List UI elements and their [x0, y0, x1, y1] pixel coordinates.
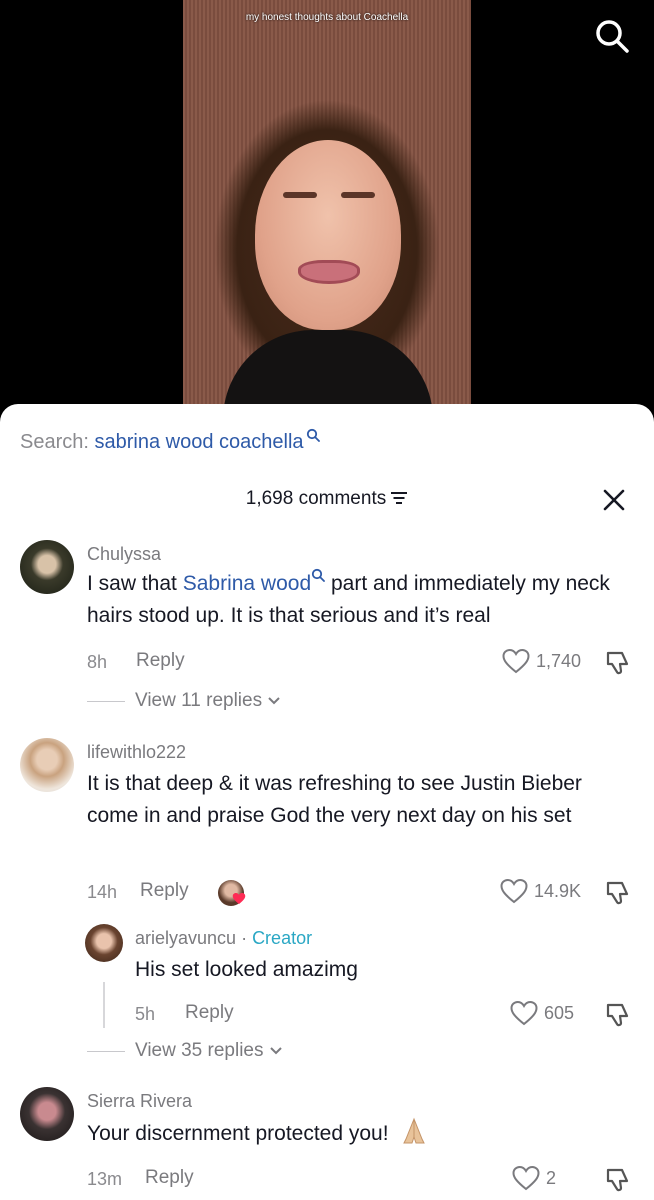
reply-username[interactable]: arielyavuncu: [135, 928, 236, 948]
view-replies-label: View 35 replies: [135, 1040, 264, 1061]
heart-icon: [512, 1165, 540, 1191]
reply-button[interactable]: Reply: [185, 1002, 234, 1024]
video-player[interactable]: my honest thoughts about Coachella: [0, 0, 654, 420]
heart-icon: [232, 893, 246, 904]
video-caption: my honest thoughts about Coachella: [245, 12, 409, 23]
comment-search-link[interactable]: Sabrina wood: [183, 572, 311, 595]
heart-icon: [502, 648, 530, 674]
comment-username[interactable]: Sierra Rivera: [87, 1091, 192, 1112]
like-button[interactable]: 605: [510, 1000, 574, 1026]
comment-time: 13m: [87, 1169, 123, 1189]
divider: [87, 1050, 125, 1052]
dislike-icon[interactable]: [605, 650, 631, 676]
avatar[interactable]: [20, 540, 74, 594]
comment-text-part: I saw that: [87, 572, 183, 595]
comment-username[interactable]: Chulyssa: [87, 544, 161, 565]
video-frame[interactable]: my honest thoughts about Coachella: [183, 0, 471, 404]
comment-text: I saw that Sabrina wood part and immedia…: [87, 568, 627, 632]
close-icon[interactable]: [600, 486, 628, 514]
comment-item: Sierra Rivera Your discernment protected…: [0, 1087, 654, 1200]
search-prefix: Search:: [20, 431, 89, 453]
comment-item: lifewithlo222 It is that deep & it was r…: [0, 738, 654, 1068]
reply-button[interactable]: Reply: [136, 650, 185, 672]
search-query[interactable]: sabrina wood coachella: [95, 431, 304, 453]
reply-text: His set looked amazimg: [135, 958, 358, 981]
comment-text-part: Your discernment protected you!: [87, 1122, 389, 1145]
avatar[interactable]: [20, 1087, 74, 1141]
separator: ·: [236, 928, 253, 948]
thread-line: [103, 982, 105, 1028]
avatar[interactable]: [85, 924, 123, 962]
dislike-icon[interactable]: [605, 880, 631, 906]
video-eye-left: [283, 192, 317, 198]
dislike-icon[interactable]: [605, 1002, 631, 1028]
comment-time: 8h: [87, 652, 108, 672]
comments-count: 1,698 comments: [245, 488, 387, 509]
like-button[interactable]: 1,740: [502, 648, 581, 674]
reply-button[interactable]: Reply: [140, 880, 189, 902]
comment-text: It is that deep & it was refreshing to s…: [87, 772, 582, 827]
view-replies-button[interactable]: View 11 replies: [87, 690, 282, 712]
search-icon: [312, 568, 326, 582]
like-count: 605: [544, 1002, 575, 1023]
dislike-icon[interactable]: [605, 1167, 631, 1193]
video-eye-right: [341, 192, 375, 198]
divider: [87, 700, 125, 702]
view-replies-button[interactable]: View 35 replies: [87, 1040, 284, 1062]
avatar[interactable]: [20, 738, 74, 792]
praying-hands-emoji: [400, 1117, 428, 1145]
reply-button[interactable]: Reply: [145, 1167, 194, 1189]
reply-username-row: arielyavuncu · Creator: [135, 928, 312, 949]
chevron-down-icon: [269, 1047, 282, 1055]
creator-badge: Creator: [252, 928, 313, 948]
like-count: 1,740: [536, 650, 582, 671]
comments-sheet: Search: sabrina wood coachella 1,698 com…: [0, 404, 654, 1200]
comment-text: Your discernment protected you!: [87, 1117, 627, 1150]
search-icon: [306, 428, 320, 442]
comment-time: 14h: [87, 882, 118, 902]
comment-username[interactable]: lifewithlo222: [87, 742, 186, 763]
view-replies-label: View 11 replies: [135, 690, 263, 711]
like-button[interactable]: 14.9K: [500, 878, 581, 904]
filter-icon[interactable]: [390, 490, 408, 506]
reply-time: 5h: [135, 1004, 156, 1024]
chevron-down-icon: [268, 697, 280, 705]
search-icon[interactable]: [592, 16, 632, 56]
comments-header: 1,698 comments: [0, 488, 654, 510]
like-count: 14.9K: [534, 880, 582, 901]
heart-icon: [500, 878, 528, 904]
creator-liked-avatar: [218, 880, 246, 906]
video-subject-face: [255, 140, 401, 330]
comment-item: Chulyssa I saw that Sabrina wood part an…: [0, 540, 654, 720]
video-subject-shirt: [223, 330, 433, 404]
like-count: 2: [546, 1167, 557, 1188]
like-button[interactable]: 2: [512, 1165, 556, 1191]
reply-item: arielyavuncu · Creator His set looked am…: [0, 924, 654, 1028]
search-suggestion[interactable]: Search: sabrina wood coachella: [20, 428, 320, 454]
heart-icon: [510, 1000, 538, 1026]
video-mouth: [298, 260, 360, 284]
